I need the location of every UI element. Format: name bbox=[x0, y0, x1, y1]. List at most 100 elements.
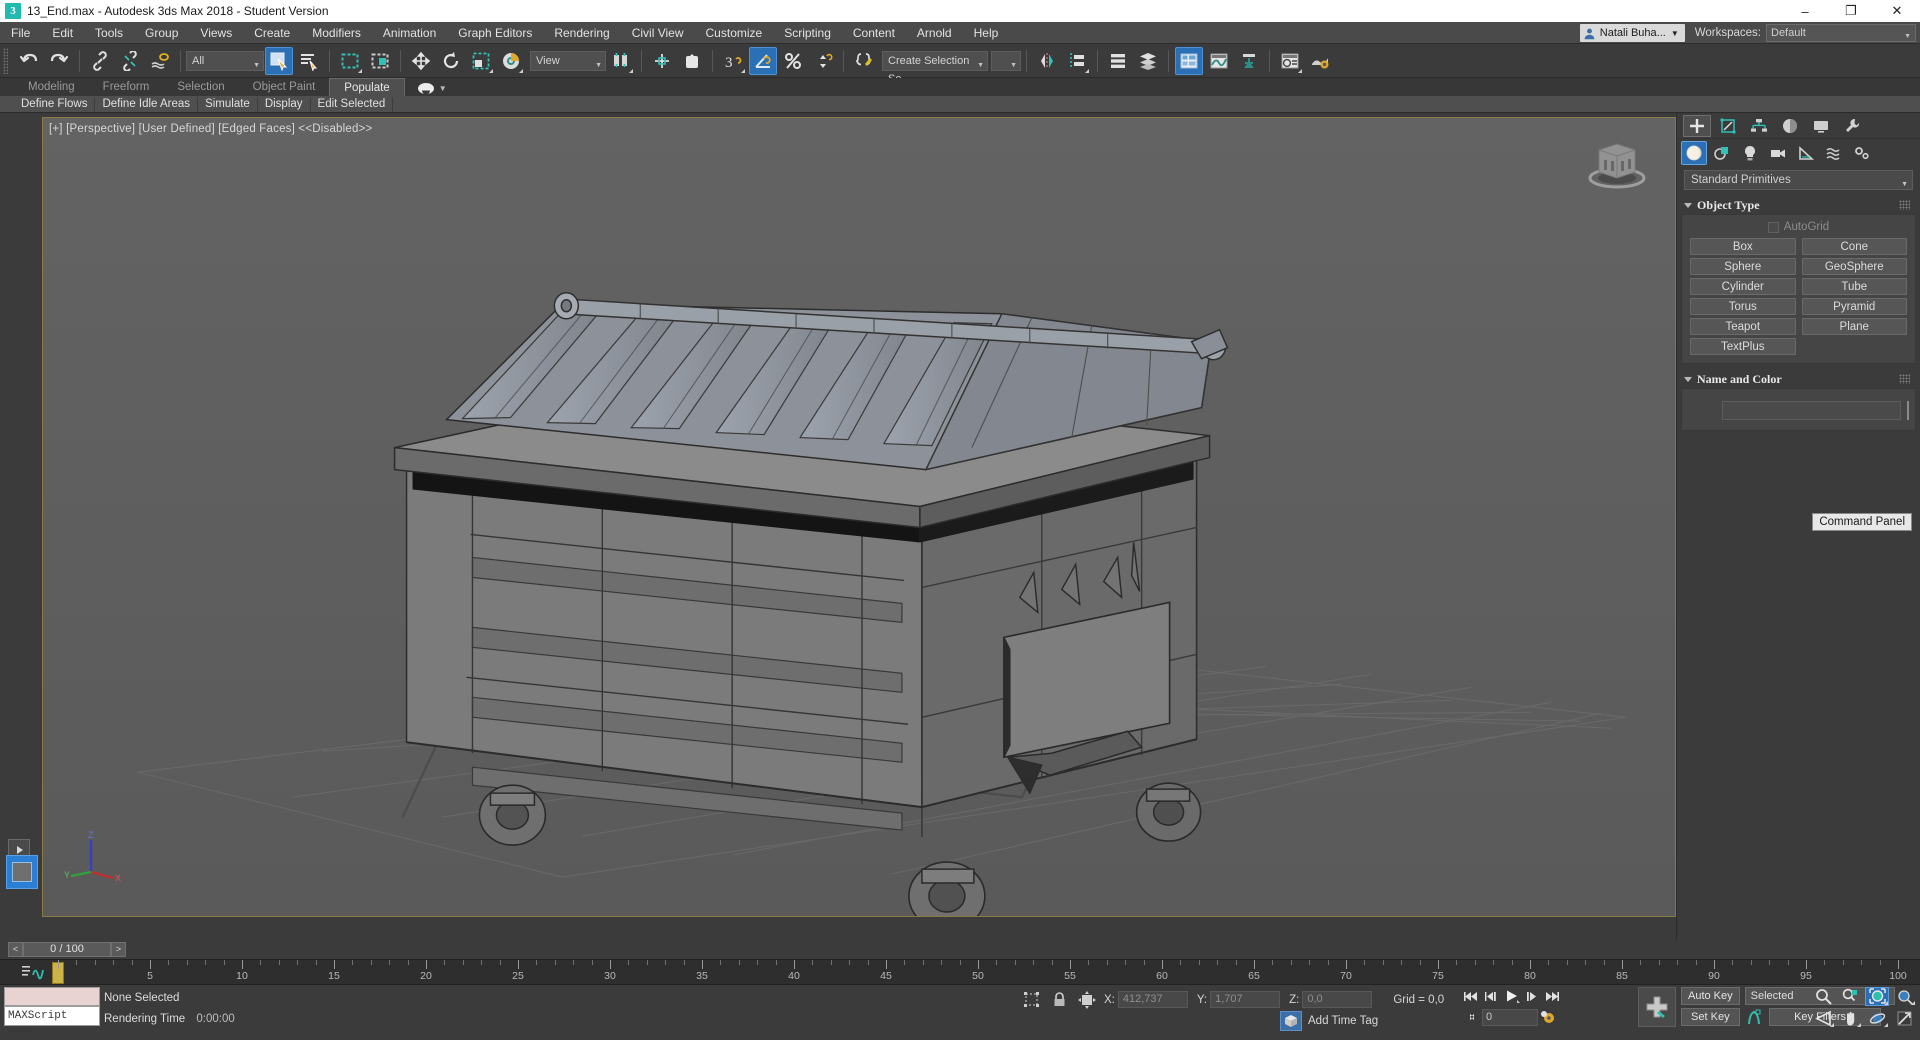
key-mode-toggle-button[interactable] bbox=[1462, 1008, 1481, 1026]
ribbon-subtab-define-idle-areas[interactable]: Define Idle Areas bbox=[95, 96, 199, 112]
snaps-3d-toggle-button[interactable]: 3 bbox=[719, 47, 747, 75]
maxscript-mini-field[interactable]: MAXScript Mini bbox=[4, 1006, 100, 1040]
maximize-button[interactable]: ❐ bbox=[1828, 0, 1874, 22]
user-account-chip[interactable]: Natali Buha... ▼ bbox=[1579, 24, 1685, 42]
time-configuration-button[interactable] bbox=[1539, 1008, 1558, 1026]
tube-button[interactable]: Tube bbox=[1801, 278, 1907, 295]
zoom-extents-button[interactable] bbox=[1865, 987, 1889, 1006]
angle-snap-toggle-button[interactable] bbox=[749, 46, 777, 75]
menu-views[interactable]: Views bbox=[189, 22, 243, 44]
add-time-tag-group[interactable]: Add Time Tag bbox=[1280, 1010, 1378, 1031]
ribbon-tab-freeform[interactable]: Freeform bbox=[89, 78, 164, 96]
torus-button[interactable]: Torus bbox=[1690, 298, 1796, 315]
set-key-button[interactable]: Set Key bbox=[1681, 1008, 1740, 1026]
rectangular-selection-region-button[interactable] bbox=[336, 47, 364, 75]
plane-button[interactable]: Plane bbox=[1801, 318, 1907, 335]
rollout-grip[interactable] bbox=[1899, 200, 1910, 210]
teapot-button[interactable]: Teapot bbox=[1690, 318, 1796, 335]
utilities-tab[interactable] bbox=[1838, 115, 1866, 137]
chevron-down-icon[interactable]: ▼ bbox=[439, 84, 447, 93]
y-value[interactable]: 1,707 bbox=[1210, 991, 1281, 1008]
shapes-category-button[interactable] bbox=[1709, 141, 1735, 165]
menu-file[interactable]: File bbox=[0, 22, 41, 44]
align-button[interactable] bbox=[1063, 47, 1091, 75]
menu-animation[interactable]: Animation bbox=[372, 22, 447, 44]
ribbon-tab-modeling[interactable]: Modeling bbox=[14, 78, 89, 96]
textplus-button[interactable]: TextPlus bbox=[1690, 338, 1796, 355]
pan-view-button[interactable] bbox=[1838, 1009, 1862, 1028]
viewport-layout-button[interactable] bbox=[6, 855, 38, 889]
pyramid-button[interactable]: Pyramid bbox=[1801, 298, 1907, 315]
redo-button[interactable] bbox=[45, 47, 73, 75]
create-tab[interactable] bbox=[1683, 114, 1711, 137]
bind-to-space-warp-button[interactable] bbox=[146, 47, 174, 75]
field-of-view-button[interactable] bbox=[1811, 1009, 1835, 1028]
collapse-triangle-icon[interactable] bbox=[1684, 202, 1692, 208]
x-value[interactable]: 412,737 bbox=[1117, 991, 1188, 1008]
menu-arnold[interactable]: Arnold bbox=[906, 22, 963, 44]
auto-key-button[interactable]: Auto Key bbox=[1681, 987, 1740, 1005]
use-selection-center-button[interactable] bbox=[648, 47, 676, 75]
current-frame-spinner[interactable]: 0 bbox=[1482, 1008, 1538, 1026]
rollout-grip[interactable] bbox=[1899, 374, 1910, 384]
edit-named-selection-sets-button[interactable] bbox=[850, 47, 878, 75]
autogrid-checkbox[interactable] bbox=[1767, 221, 1779, 233]
ribbon-subtab-simulate[interactable]: Simulate bbox=[198, 96, 258, 112]
toggle-ribbon-button[interactable] bbox=[1175, 46, 1203, 75]
cylinder-button[interactable]: Cylinder bbox=[1690, 278, 1796, 295]
menu-scripting[interactable]: Scripting bbox=[773, 22, 842, 44]
menu-civil-view[interactable]: Civil View bbox=[621, 22, 695, 44]
select-object-button[interactable] bbox=[265, 46, 293, 75]
viewcube[interactable] bbox=[1585, 134, 1649, 196]
object-color-swatch[interactable] bbox=[1907, 401, 1909, 420]
menu-tools[interactable]: Tools bbox=[84, 22, 134, 44]
viewport[interactable]: [+] [Perspective] [User Defined] [Edged … bbox=[42, 117, 1676, 917]
current-frame-field[interactable]: 0 / 100 bbox=[23, 941, 111, 957]
menu-modifiers[interactable]: Modifiers bbox=[301, 22, 372, 44]
cone-button[interactable]: Cone bbox=[1801, 238, 1907, 255]
name-and-color-header[interactable]: Name and Color bbox=[1681, 370, 1916, 388]
select-by-name-button[interactable] bbox=[295, 47, 323, 75]
snaps-toggle-button[interactable] bbox=[678, 47, 706, 75]
reference-coordinate-combo[interactable]: View ▼ bbox=[530, 50, 606, 71]
ribbon-subtab-edit-selected[interactable]: Edit Selected bbox=[311, 96, 394, 112]
select-and-scale-button[interactable] bbox=[467, 47, 495, 75]
previous-frame-button[interactable] bbox=[1482, 987, 1501, 1005]
mirror-button[interactable] bbox=[1033, 47, 1061, 75]
set-keys-button[interactable] bbox=[1638, 987, 1676, 1027]
play-animation-button[interactable] bbox=[1502, 987, 1521, 1005]
ribbon-tab-selection[interactable]: Selection bbox=[163, 78, 238, 96]
render-setup-button[interactable] bbox=[1306, 47, 1334, 75]
minimize-button[interactable]: – bbox=[1782, 0, 1828, 22]
selection-set-dropdown[interactable]: ▼ bbox=[991, 50, 1021, 71]
motion-tab[interactable] bbox=[1776, 115, 1804, 137]
ribbon-options-icon[interactable] bbox=[417, 82, 435, 95]
menu-customize[interactable]: Customize bbox=[695, 22, 774, 44]
material-editor-button[interactable] bbox=[1276, 47, 1304, 75]
ribbon-tab-object-paint[interactable]: Object Paint bbox=[239, 78, 330, 96]
menu-content[interactable]: Content bbox=[842, 22, 906, 44]
orbit-button[interactable] bbox=[1865, 1009, 1889, 1028]
close-button[interactable]: ✕ bbox=[1874, 0, 1920, 22]
spinner-snap-toggle-button[interactable] bbox=[809, 47, 837, 75]
schematic-view-button[interactable] bbox=[1235, 47, 1263, 75]
systems-category-button[interactable] bbox=[1849, 141, 1875, 165]
go-to-start-button[interactable] bbox=[1462, 987, 1481, 1005]
ribbon-subtab-display[interactable]: Display bbox=[258, 96, 311, 112]
menu-create[interactable]: Create bbox=[243, 22, 301, 44]
subcategory-combo[interactable]: Standard Primitives ▼ bbox=[1684, 170, 1913, 190]
next-frame-arrow[interactable]: > bbox=[111, 941, 126, 957]
select-and-place-button[interactable] bbox=[497, 47, 525, 75]
curve-editor-button[interactable] bbox=[1205, 47, 1233, 75]
workspace-select[interactable]: Default ▼ bbox=[1766, 24, 1916, 42]
track-bar-icon[interactable] bbox=[22, 964, 48, 980]
modify-tab[interactable] bbox=[1714, 115, 1742, 137]
display-tab[interactable] bbox=[1807, 115, 1835, 137]
menu-edit[interactable]: Edit bbox=[41, 22, 84, 44]
zoom-all-button[interactable] bbox=[1838, 987, 1862, 1006]
ribbon-tab-populate[interactable]: Populate bbox=[329, 78, 405, 96]
geosphere-button[interactable]: GeoSphere bbox=[1801, 258, 1907, 275]
absolute-relative-mode-button[interactable] bbox=[1076, 990, 1098, 1010]
viewport-canvas[interactable] bbox=[43, 118, 1675, 917]
cameras-category-button[interactable] bbox=[1765, 141, 1791, 165]
